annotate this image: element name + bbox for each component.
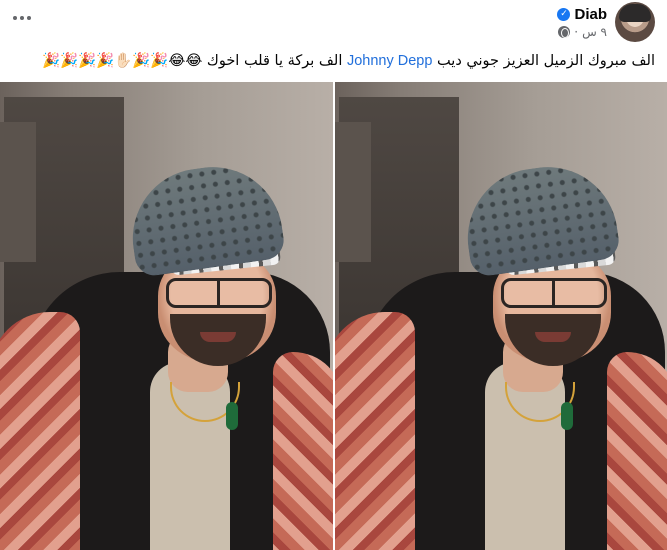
more-options-button[interactable]: [10, 6, 34, 30]
mention-link[interactable]: Johnny Depp: [347, 53, 432, 69]
photo-grid: [0, 82, 667, 550]
author-block: Diab ✓ ٩ س ·: [557, 6, 607, 39]
verified-badge-icon: ✓: [557, 7, 571, 21]
more-options-icon: [13, 16, 17, 20]
post-meta: ٩ س ·: [557, 25, 607, 39]
globe-icon[interactable]: [558, 25, 571, 38]
photo-1[interactable]: [0, 82, 333, 550]
caption-emojis: 😂😂🎉🎉✋🏻🎉🎉🎉🎉: [42, 53, 203, 69]
author-name[interactable]: Diab: [574, 6, 607, 23]
caption-text-before: الف مبروك الزميل العزيز جوني ديب: [437, 53, 655, 69]
photo-2[interactable]: [334, 82, 667, 550]
post-caption: الف مبروك الزميل العزيز جوني ديب Johnny …: [12, 50, 655, 72]
caption-text-after: الف بركة يا قلب اخوك: [206, 53, 343, 69]
meta-separator: ·: [574, 24, 579, 39]
avatar[interactable]: [615, 2, 655, 42]
post-header: Diab ✓ ٩ س ·: [557, 2, 655, 42]
post-time[interactable]: ٩ س: [582, 25, 607, 39]
